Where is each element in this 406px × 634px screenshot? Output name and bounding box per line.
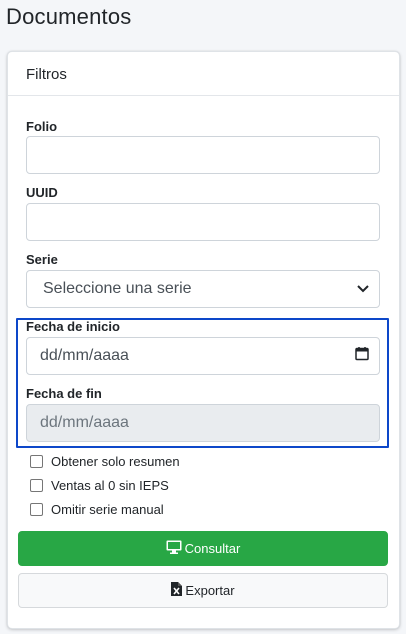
- fecha-inicio-value: dd/mm/aaaa: [40, 347, 129, 364]
- fecha-fin-input: dd/mm/aaaa: [26, 404, 380, 442]
- fecha-inicio-input[interactable]: dd/mm/aaaa: [26, 337, 380, 375]
- monitor-icon: [166, 540, 185, 557]
- card-header: Filtros: [8, 52, 399, 96]
- resumen-checkbox[interactable]: [30, 455, 43, 468]
- consultar-button[interactable]: Consultar: [18, 531, 388, 566]
- omitir-label: Omitir serie manual: [51, 502, 164, 517]
- folio-label: Folio: [26, 119, 58, 134]
- ventas-checkbox[interactable]: [30, 479, 43, 492]
- serie-select[interactable]: Seleccione una serie: [26, 270, 380, 308]
- folio-input[interactable]: [26, 136, 380, 174]
- excel-file-icon: [171, 582, 185, 599]
- resumen-label: Obtener solo resumen: [51, 454, 180, 469]
- uuid-label: UUID: [26, 185, 58, 200]
- checkbox-row-omitir[interactable]: Omitir serie manual: [30, 502, 164, 517]
- calendar-icon[interactable]: [355, 347, 369, 366]
- fecha-fin-label: Fecha de fin: [26, 386, 102, 401]
- filters-card: Filtros Folio UUID Serie Seleccione una …: [7, 51, 400, 629]
- uuid-input[interactable]: [26, 203, 380, 241]
- serie-selected-value: Seleccione una serie: [43, 280, 192, 297]
- checkbox-row-resumen[interactable]: Obtener solo resumen: [30, 454, 180, 469]
- page-title: Documentos: [6, 4, 132, 29]
- omitir-checkbox[interactable]: [30, 503, 43, 516]
- fecha-inicio-label: Fecha de inicio: [26, 319, 120, 334]
- exportar-button[interactable]: Exportar: [18, 573, 388, 608]
- fecha-fin-value: dd/mm/aaaa: [40, 414, 129, 431]
- chevron-down-icon: [357, 280, 369, 298]
- checkbox-row-ventas[interactable]: Ventas al 0 sin IEPS: [30, 478, 169, 493]
- serie-label: Serie: [26, 252, 58, 267]
- ventas-label: Ventas al 0 sin IEPS: [51, 478, 169, 493]
- consultar-label: Consultar: [184, 541, 241, 556]
- exportar-label: Exportar: [185, 583, 235, 598]
